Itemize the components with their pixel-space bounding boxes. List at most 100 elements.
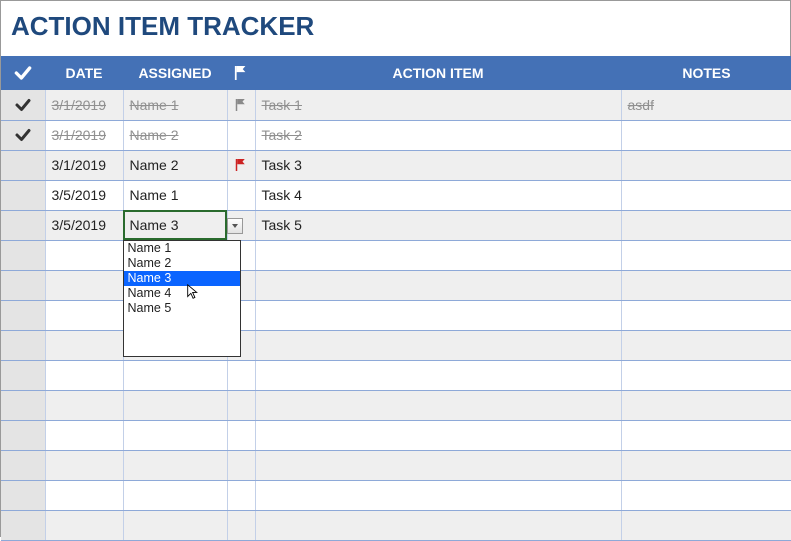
empty-cell[interactable] — [621, 450, 791, 480]
action-cell[interactable]: Task 3 — [255, 150, 621, 180]
empty-cell[interactable] — [1, 450, 45, 480]
empty-cell[interactable] — [255, 360, 621, 390]
empty-cell[interactable] — [123, 510, 227, 540]
check-icon — [13, 63, 33, 83]
header-action[interactable]: ACTION ITEM — [255, 56, 621, 90]
empty-cell[interactable] — [45, 450, 123, 480]
date-cell[interactable]: 3/1/2019 — [45, 150, 123, 180]
table-row-empty — [1, 510, 791, 540]
empty-cell[interactable] — [621, 300, 791, 330]
empty-cell[interactable] — [123, 450, 227, 480]
empty-cell[interactable] — [123, 420, 227, 450]
done-cell[interactable] — [1, 120, 45, 150]
header-notes[interactable]: NOTES — [621, 56, 791, 90]
action-cell[interactable]: Task 2 — [255, 120, 621, 150]
empty-cell[interactable] — [227, 390, 255, 420]
notes-cell[interactable] — [621, 180, 791, 210]
date-cell[interactable]: 3/1/2019 — [45, 90, 123, 120]
empty-cell[interactable] — [1, 510, 45, 540]
header-assigned[interactable]: ASSIGNED — [123, 56, 227, 90]
empty-cell[interactable] — [227, 450, 255, 480]
date-cell[interactable]: 3/5/2019 — [45, 210, 123, 240]
assigned-cell[interactable]: Name 2 — [123, 120, 227, 150]
dropdown-item[interactable]: Name 2 — [124, 256, 240, 271]
empty-cell[interactable] — [255, 330, 621, 360]
empty-cell[interactable] — [45, 300, 123, 330]
table-row-empty — [1, 360, 791, 390]
date-cell[interactable]: 3/5/2019 — [45, 180, 123, 210]
table-row: 3/5/2019Name 3Name 1Name 2Name 3Name 4Na… — [1, 210, 791, 240]
dropdown-item[interactable]: Name 1 — [124, 241, 240, 256]
empty-cell[interactable] — [621, 420, 791, 450]
empty-cell[interactable] — [1, 480, 45, 510]
action-cell[interactable]: Task 4 — [255, 180, 621, 210]
empty-cell[interactable] — [45, 270, 123, 300]
assigned-cell[interactable]: Name 1 — [123, 180, 227, 210]
empty-cell[interactable] — [45, 240, 123, 270]
empty-cell[interactable] — [255, 240, 621, 270]
empty-cell[interactable] — [1, 240, 45, 270]
empty-cell[interactable] — [45, 330, 123, 360]
empty-cell[interactable] — [1, 390, 45, 420]
done-cell[interactable] — [1, 180, 45, 210]
empty-cell[interactable] — [45, 480, 123, 510]
assigned-cell[interactable]: Name 1 — [123, 90, 227, 120]
dropdown-toggle-button[interactable] — [227, 218, 243, 234]
header-flag[interactable] — [227, 56, 255, 90]
empty-cell[interactable] — [1, 360, 45, 390]
flag-cell[interactable] — [227, 180, 255, 210]
empty-cell[interactable] — [45, 390, 123, 420]
flag-cell[interactable] — [227, 150, 255, 180]
empty-cell[interactable] — [621, 240, 791, 270]
empty-cell[interactable] — [45, 360, 123, 390]
table-row-empty — [1, 420, 791, 450]
date-cell[interactable]: 3/1/2019 — [45, 120, 123, 150]
dropdown-item[interactable]: Name 5 — [124, 301, 240, 316]
action-cell[interactable]: Task 5 — [255, 210, 621, 240]
flag-cell[interactable] — [227, 120, 255, 150]
dropdown-list[interactable]: Name 1Name 2Name 3Name 4Name 5 — [123, 240, 241, 357]
empty-cell[interactable] — [621, 330, 791, 360]
empty-cell[interactable] — [255, 420, 621, 450]
table-row-empty — [1, 330, 791, 360]
assigned-cell[interactable]: Name 2 — [123, 150, 227, 180]
notes-cell[interactable] — [621, 150, 791, 180]
empty-cell[interactable] — [1, 300, 45, 330]
empty-cell[interactable] — [255, 270, 621, 300]
empty-cell[interactable] — [1, 420, 45, 450]
empty-cell[interactable] — [123, 480, 227, 510]
empty-cell[interactable] — [255, 300, 621, 330]
assigned-cell[interactable]: Name 3Name 1Name 2Name 3Name 4Name 5 — [123, 210, 227, 240]
header-done[interactable] — [1, 56, 45, 90]
empty-cell[interactable] — [621, 270, 791, 300]
header-date[interactable]: DATE — [45, 56, 123, 90]
empty-cell[interactable] — [621, 480, 791, 510]
empty-cell[interactable] — [255, 510, 621, 540]
action-cell[interactable]: Task 1 — [255, 90, 621, 120]
done-cell[interactable] — [1, 210, 45, 240]
empty-cell[interactable] — [123, 360, 227, 390]
empty-cell[interactable] — [255, 450, 621, 480]
empty-cell[interactable] — [621, 390, 791, 420]
flag-cell[interactable] — [227, 90, 255, 120]
notes-cell[interactable]: asdf — [621, 90, 791, 120]
empty-cell[interactable] — [1, 270, 45, 300]
empty-cell[interactable] — [621, 510, 791, 540]
empty-cell[interactable] — [227, 360, 255, 390]
dropdown-item[interactable]: Name 3 — [124, 271, 240, 286]
empty-cell[interactable] — [45, 510, 123, 540]
empty-cell[interactable] — [123, 390, 227, 420]
empty-cell[interactable] — [621, 360, 791, 390]
notes-cell[interactable] — [621, 120, 791, 150]
empty-cell[interactable] — [45, 420, 123, 450]
empty-cell[interactable] — [255, 480, 621, 510]
done-cell[interactable] — [1, 150, 45, 180]
empty-cell[interactable] — [227, 480, 255, 510]
dropdown-item[interactable]: Name 4 — [124, 286, 240, 301]
empty-cell[interactable] — [227, 420, 255, 450]
empty-cell[interactable] — [1, 330, 45, 360]
empty-cell[interactable] — [227, 510, 255, 540]
empty-cell[interactable] — [255, 390, 621, 420]
notes-cell[interactable] — [621, 210, 791, 240]
done-cell[interactable] — [1, 90, 45, 120]
